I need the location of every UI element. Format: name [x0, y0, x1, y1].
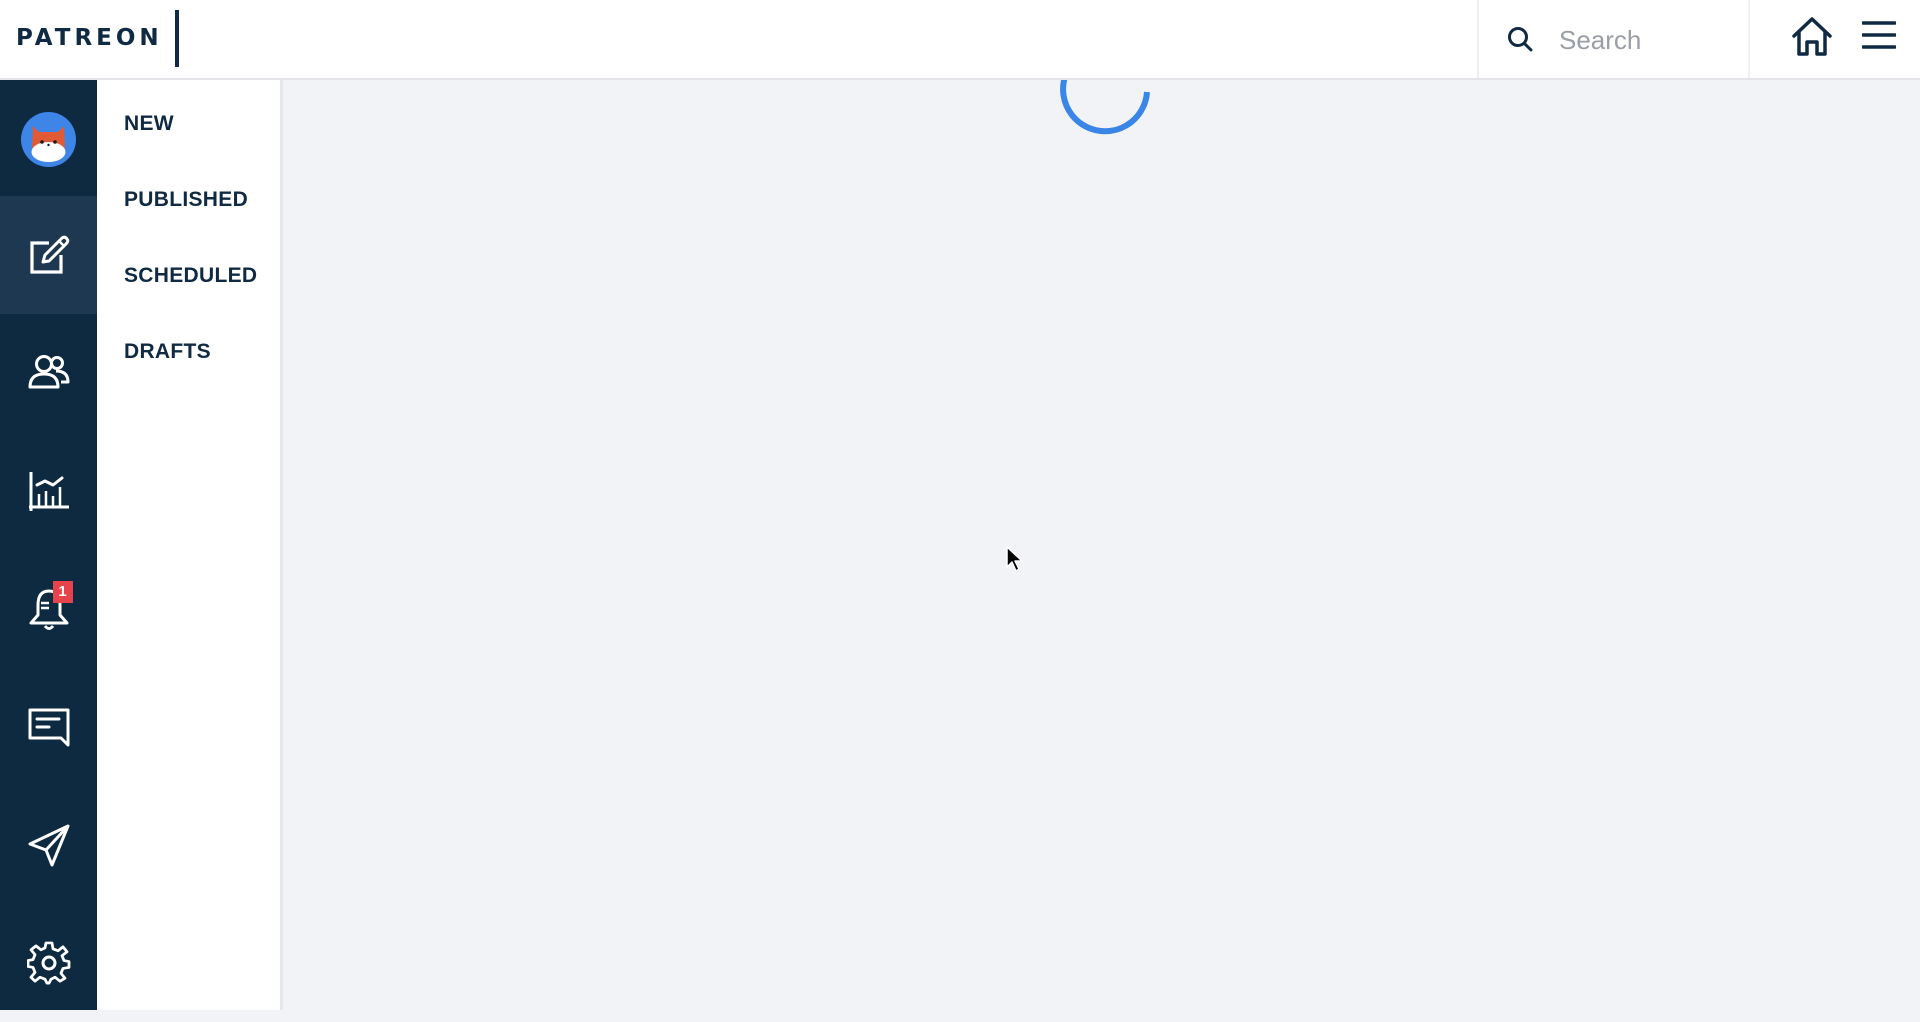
search-box [1477, 0, 1750, 78]
patreon-logo[interactable]: PATREON [16, 25, 163, 51]
fox-avatar-icon [31, 125, 66, 162]
search-input[interactable] [1559, 22, 1729, 58]
sidebar-item-posts[interactable] [0, 196, 97, 314]
chart-icon [28, 472, 69, 511]
gear-icon [26, 941, 70, 985]
search-icon[interactable] [1506, 25, 1534, 53]
sidebar-item-settings[interactable] [0, 904, 97, 1022]
sidebar-item-patrons[interactable] [0, 314, 97, 432]
sidebar-rail: 1 [0, 80, 97, 1010]
users-icon [28, 355, 69, 389]
send-icon [28, 824, 69, 867]
submenu-item-new[interactable]: NEW [124, 112, 174, 136]
edit-post-icon [29, 235, 69, 274]
avatar [21, 111, 76, 167]
submenu-item-scheduled[interactable]: SCHEDULED [124, 264, 257, 288]
mouse-cursor-icon [1006, 546, 1023, 572]
sidebar-item-notifications[interactable]: 1 [0, 550, 97, 668]
notification-badge: 1 [52, 581, 73, 603]
submenu-item-published[interactable]: PUBLISHED [124, 188, 248, 212]
home-icon[interactable] [1790, 15, 1834, 57]
sidebar-item-messages[interactable] [0, 668, 97, 786]
sidebar-item-promote[interactable] [0, 786, 97, 904]
top-header: PATREON [0, 0, 1920, 80]
sidebar-item-insights[interactable] [0, 432, 97, 550]
message-icon [28, 708, 69, 747]
hamburger-menu-icon[interactable] [1862, 20, 1896, 50]
submenu-item-drafts[interactable]: DRAFTS [124, 340, 211, 364]
posts-submenu: NEW PUBLISHED SCHEDULED DRAFTS [97, 80, 283, 1010]
profile-avatar-button[interactable] [0, 80, 97, 198]
main-content [283, 55, 1920, 1010]
logo-divider [175, 10, 179, 67]
